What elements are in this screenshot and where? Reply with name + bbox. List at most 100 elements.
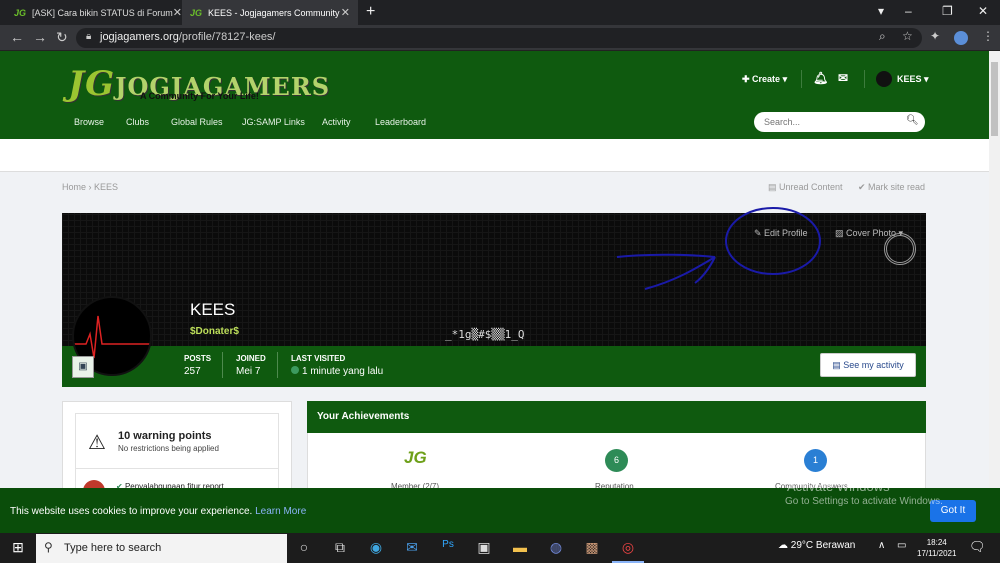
new-tab-button[interactable]: + — [366, 3, 375, 21]
check-icon: ✔ — [858, 182, 869, 192]
weather-text: 29°C Berawan — [790, 540, 856, 551]
search-input[interactable] — [754, 112, 925, 132]
user-menu-button[interactable]: KEES ▾ — [897, 74, 929, 85]
nav-activity[interactable]: Activity — [322, 117, 351, 127]
network-icon[interactable]: ▭ — [897, 540, 906, 551]
mark-read-label: Mark site read — [868, 182, 926, 192]
menu-icon[interactable]: ⋮ — [982, 29, 994, 43]
breadcrumb-home[interactable]: Home — [62, 182, 86, 192]
see-activity-label: See my activity — [843, 360, 904, 370]
browser-tab-2[interactable]: JG KEES - Jogjagamers Community ✕ — [182, 0, 358, 25]
scrollbar-thumb[interactable] — [991, 62, 998, 136]
close-tab-icon[interactable]: ✕ — [173, 6, 182, 19]
zoom-icon[interactable]: ⌕ — [879, 29, 886, 44]
nav-clubs[interactable]: Clubs — [126, 117, 149, 127]
online-dot-icon — [291, 366, 299, 374]
activate-windows-title: Activate Windows — [787, 479, 890, 494]
weather-widget[interactable]: ☁ 29°C Berawan — [778, 540, 855, 551]
file-explorer-icon[interactable]: ▬ — [508, 539, 532, 555]
clock-date: 17/11/2021 — [917, 549, 957, 558]
learn-more-link[interactable]: Learn More — [255, 506, 306, 517]
spinner-icon — [884, 233, 916, 265]
back-icon[interactable]: ← — [10, 29, 24, 45]
close-window-icon[interactable]: ✕ — [978, 4, 988, 18]
bell-icon[interactable]: 🔔︎ — [813, 71, 828, 85]
header-divider — [801, 70, 802, 88]
change-photo-button[interactable]: ▣ — [72, 356, 94, 378]
tray-expand-icon[interactable]: ∧ — [878, 540, 885, 551]
warning-icon: ⚠ — [88, 432, 106, 454]
search-text: Type here to search — [64, 542, 162, 554]
browser-tab-1[interactable]: JG [ASK] Cara bikin STATUS di Forum ✕ — [6, 0, 182, 25]
discord-icon[interactable]: ◍ — [544, 539, 568, 556]
url-path: /profile/78127-kees/ — [178, 31, 276, 43]
game-icon[interactable]: ▩ — [580, 539, 604, 556]
logo-mark: JG — [68, 64, 116, 104]
activate-windows-sub: Go to Settings to activate Windows. — [785, 496, 943, 507]
divider — [75, 468, 279, 469]
profile-icon[interactable] — [954, 31, 968, 45]
chrome-icon[interactable]: ◎ — [616, 539, 640, 556]
subnav-strip — [0, 139, 989, 172]
nav-leaderboard[interactable]: Leaderboard — [375, 117, 426, 127]
store-icon[interactable]: ▣ — [472, 539, 496, 556]
tab-title: [ASK] Cara bikin STATUS di Forum — [32, 7, 173, 18]
create-menu-button[interactable]: ✚ Create ▾ — [742, 74, 787, 85]
photoshop-icon[interactable]: Ps — [436, 539, 460, 550]
mail-icon[interactable]: ✉ — [400, 539, 424, 556]
url-host: jogjagamers.org — [100, 31, 179, 43]
nav-global-rules[interactable]: Global Rules — [171, 117, 223, 127]
edge-icon[interactable]: ◉ — [364, 539, 388, 556]
tab-favicon-icon: JG — [190, 7, 203, 18]
search-icon: ⚲ — [44, 540, 53, 554]
clock-time: 18:24 — [926, 538, 947, 547]
site-tagline: A Community For Your Life! — [140, 91, 259, 101]
stat-divider — [277, 352, 278, 378]
tab-search-icon[interactable]: ▾ — [878, 4, 884, 18]
annotation-circle — [725, 207, 821, 275]
cookie-text: This website uses cookies to improve you… — [10, 506, 253, 517]
weather-icon: ☁ — [778, 540, 791, 551]
lastvisit-text: 1 minute yang lalu — [302, 366, 384, 377]
nav-browse[interactable]: Browse — [74, 117, 104, 127]
stat-joined-label: JOINED — [236, 354, 266, 363]
reload-icon[interactable]: ↻ — [56, 29, 68, 46]
task-view-icon[interactable]: ⧉ — [328, 539, 352, 556]
notification-icon[interactable]: 🗨︎ — [969, 539, 986, 555]
answers-badge: 1 — [804, 449, 827, 472]
search-icon[interactable]: 🔍︎ — [906, 115, 919, 126]
minimize-icon[interactable]: – — [905, 4, 912, 18]
header-divider — [864, 70, 865, 88]
nav-jgsamp-links[interactable]: JG:SAMP Links — [242, 117, 305, 127]
stat-lastvisit-label: LAST VISITED — [291, 354, 346, 363]
annotation-drawing — [616, 207, 821, 290]
stat-lastvisit-value: 1 minute yang lalu — [291, 366, 383, 377]
warning-title: 10 warning points — [118, 430, 212, 442]
achievements-title: Your Achievements — [307, 401, 926, 433]
envelope-icon[interactable]: ✉ — [838, 71, 848, 85]
system-clock[interactable]: 18:24 17/11/2021 — [917, 537, 956, 559]
unread-content-link[interactable]: ▤ Unread Content — [768, 182, 843, 193]
stat-posts-value: 257 — [184, 366, 201, 377]
cortana-icon[interactable]: ○ — [292, 539, 316, 555]
activity-icon: ▤ — [832, 360, 844, 370]
url-input[interactable]: jogjagamers.org/profile/78127-kees/ — [76, 28, 922, 48]
taskbar-search[interactable]: Type here to search — [36, 534, 287, 563]
close-tab-icon[interactable]: ✕ — [341, 6, 350, 19]
stat-divider — [222, 352, 223, 378]
image-icon: ▨ — [835, 228, 847, 238]
restore-icon[interactable]: ❐ — [942, 4, 953, 18]
extensions-icon[interactable]: ✦ — [930, 29, 940, 43]
windows-start-icon[interactable]: ⊞ — [6, 539, 30, 556]
forward-icon[interactable]: → — [33, 29, 47, 45]
lock-icon[interactable]: 🔒︎ — [86, 31, 91, 42]
user-name: KEES — [897, 74, 922, 84]
mark-read-link[interactable]: ✔ Mark site read — [858, 182, 925, 193]
stat-posts-label: POSTS — [184, 354, 212, 363]
star-icon[interactable]: ☆ — [902, 29, 913, 43]
see-activity-button[interactable]: ▤ See my activity — [820, 353, 916, 377]
annotation-arrow — [616, 253, 716, 290]
profile-username: KEES — [190, 300, 236, 319]
avatar[interactable] — [876, 71, 892, 87]
rank-badge-icon: JG — [404, 448, 427, 467]
